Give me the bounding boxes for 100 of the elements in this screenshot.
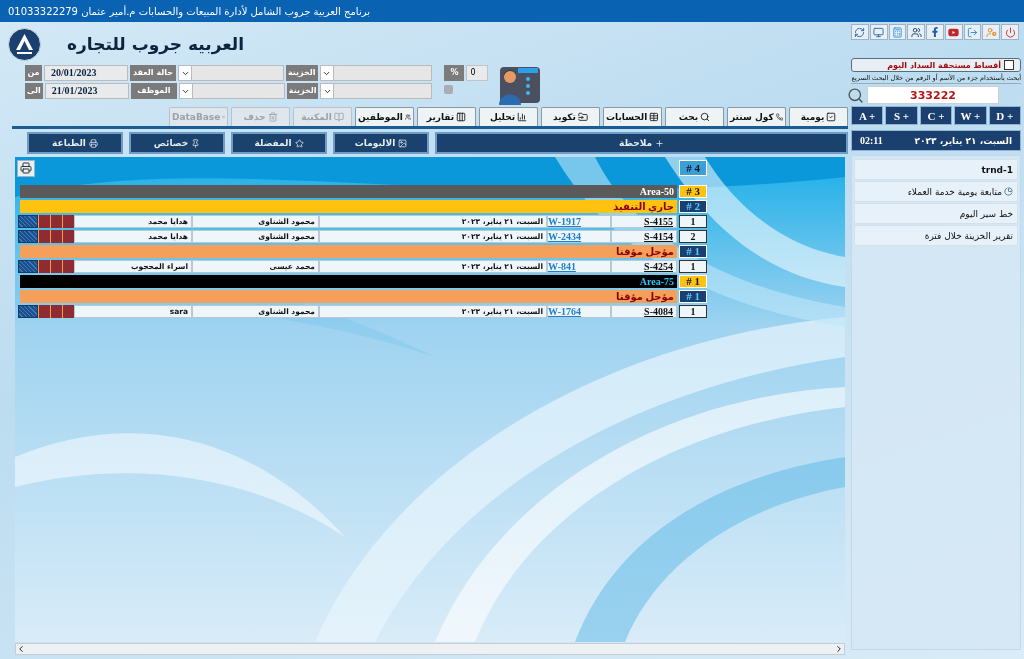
app-title: العربيه جروب للتجاره [67, 34, 245, 54]
toolbar-tab[interactable]: بحث [665, 107, 724, 126]
dropdown-field[interactable] [178, 83, 285, 99]
time-text: 02:11 [860, 135, 883, 146]
action-button[interactable]: خصائص [129, 132, 225, 154]
scroll-left-icon[interactable] [16, 644, 26, 654]
group-count: # 1 [679, 290, 707, 303]
field-label: الخزينة [286, 65, 318, 81]
side-panel-item[interactable]: trnd-1 [854, 159, 1018, 180]
reference-link[interactable]: W-1917 [547, 215, 611, 228]
toolbar-tab[interactable]: تقارير [417, 107, 476, 126]
date-label: الى [25, 83, 43, 99]
marker-block [38, 305, 50, 318]
monitor-icon[interactable] [869, 24, 888, 40]
pattern-block [18, 305, 38, 318]
table-cell: 1 [679, 215, 707, 228]
columns-icon [456, 112, 467, 122]
table-cell: S-4154 [611, 230, 677, 243]
toolbar-tab[interactable]: الموظفين [355, 107, 414, 126]
action-button[interactable]: ملاحظة [435, 132, 848, 154]
action-button[interactable]: الالبومات [333, 132, 429, 154]
youtube-icon[interactable] [944, 24, 963, 40]
percent-field[interactable]: 0 [466, 65, 489, 81]
group-header: مؤجل مؤقتا [20, 290, 677, 303]
toolbar-tab[interactable]: تكويد [541, 107, 600, 126]
dropdown-field[interactable] [319, 65, 432, 81]
marker-block [50, 215, 62, 228]
users-icon[interactable] [907, 24, 926, 40]
marker-block [38, 230, 50, 243]
checkbox-icon [826, 112, 837, 122]
trash-icon [267, 112, 278, 122]
side-panel-item[interactable]: متابعة يومية خدمة العملاء [854, 181, 1018, 202]
group-header: مؤجل مؤقتا [20, 245, 677, 258]
date-text: السبت، ٢١ يناير، ٢٠٢٣ [914, 135, 1012, 146]
marker-block [50, 305, 62, 318]
pattern-block [18, 215, 38, 228]
installments-checkbox[interactable]: أقساط مستحقة السداد اليوم [851, 58, 1021, 72]
field-label: الموظف [130, 83, 177, 99]
reference-link[interactable]: W-841 [547, 260, 611, 273]
group-header: Area-75 [20, 275, 677, 288]
total-count: # 4 [679, 160, 707, 176]
dropdown-field[interactable] [178, 65, 284, 81]
exit-icon[interactable] [963, 24, 982, 40]
facebook-icon[interactable] [926, 24, 944, 40]
user-settings-icon[interactable] [982, 24, 1001, 40]
logo-icon [8, 27, 41, 61]
book-icon [333, 112, 344, 122]
marker-block [62, 260, 74, 273]
field-label: حالة العقد [130, 65, 176, 81]
shortcut-button[interactable]: C + [919, 106, 953, 125]
group-count: # 1 [679, 245, 707, 258]
window-title: برنامج العربية جروب الشامل لأدارة المبيعات والحسابات م.أمير عثمان 01033322279 [8, 5, 370, 17]
search-icon[interactable] [847, 86, 864, 104]
toolbar-tab[interactable]: تحليل [479, 107, 538, 126]
action-button[interactable]: الطباعة [27, 132, 123, 154]
percent-label: % [444, 65, 465, 81]
dropdown-field[interactable] [320, 83, 433, 99]
marker-block [38, 260, 50, 273]
shortcut-button[interactable]: S + [885, 106, 918, 125]
power-icon[interactable] [1001, 24, 1019, 40]
group-count: # 1 [679, 275, 707, 288]
date-label: من [25, 65, 42, 81]
date-field[interactable]: 20/01/2023 [44, 65, 128, 81]
date-field[interactable]: 21/01/2023 [44, 83, 129, 99]
marker-block [50, 230, 62, 243]
reference-link[interactable]: W-1764 [547, 305, 611, 318]
pin-icon [191, 138, 201, 148]
marker-block [62, 230, 74, 243]
shortcut-button[interactable]: A + [850, 106, 884, 125]
shortcut-button[interactable]: W + [954, 106, 987, 125]
pattern-block [18, 260, 38, 273]
toolbar-tab[interactable]: يومية [789, 107, 848, 126]
printer-icon [88, 138, 98, 148]
toolbar-tab[interactable]: كول سنتر [727, 107, 786, 126]
table-cell: 1 [679, 305, 707, 318]
pie-chart-icon [1004, 187, 1013, 196]
folder-icon [577, 112, 588, 122]
side-panel-item[interactable]: خط سير اليوم [854, 203, 1018, 224]
field-label: الخزينة [286, 83, 319, 99]
image-icon [398, 138, 408, 148]
shortcut-button[interactable]: D + [988, 106, 1021, 125]
action-button[interactable]: المفضلة [231, 132, 327, 154]
search-field[interactable]: 333222 [867, 86, 999, 104]
horizontal-scrollbar[interactable] [15, 643, 845, 655]
refresh-icon[interactable] [850, 24, 869, 40]
group-header: جاري التنفيذ [20, 200, 677, 213]
toolbar-tab[interactable]: الحسابات [603, 107, 662, 126]
marker-block [38, 215, 50, 228]
pattern-block [18, 230, 38, 243]
table-cell: S-4254 [611, 260, 677, 273]
chart-icon [517, 112, 528, 122]
scroll-right-icon[interactable] [834, 644, 844, 654]
star-icon [294, 138, 304, 148]
marker-block [62, 215, 74, 228]
reference-link[interactable]: W-2434 [547, 230, 611, 243]
side-panel-item[interactable]: تقرير الخزينة خلال فترة [854, 225, 1018, 246]
plus-icon [655, 138, 665, 148]
group-count: # 2 [679, 200, 707, 213]
table-cell: 1 [679, 260, 707, 273]
people-icon [404, 112, 411, 122]
